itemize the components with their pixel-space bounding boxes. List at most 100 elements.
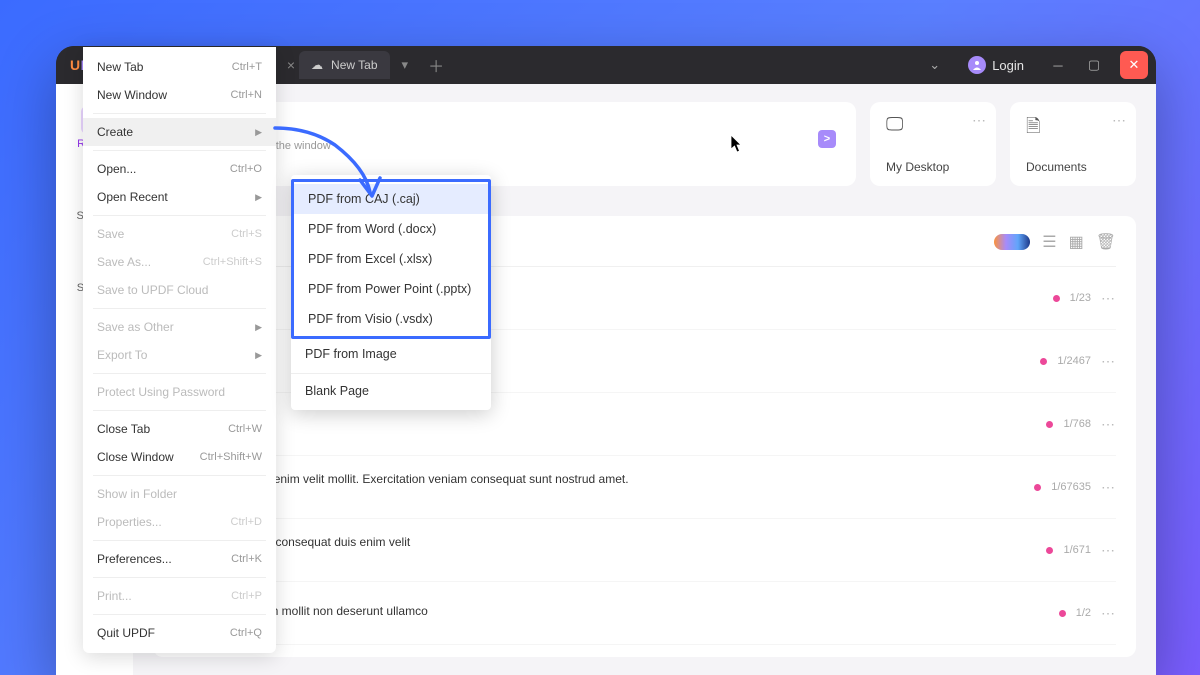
- file-menu-item[interactable]: Quit UPDFCtrl+Q: [83, 619, 276, 647]
- menu-separator: [93, 614, 266, 615]
- create-from-word[interactable]: PDF from Word (.docx): [294, 214, 488, 244]
- menu-label: Close Window: [97, 450, 174, 464]
- menu-separator: [93, 410, 266, 411]
- menu-label: Export To: [97, 348, 147, 362]
- trash-icon[interactable]: 🗑: [1096, 232, 1116, 252]
- item-pages: 1/2467: [1057, 355, 1091, 367]
- menu-label: Open...: [97, 162, 136, 176]
- item-pages: 1/2: [1076, 607, 1091, 619]
- file-menu-item[interactable]: Create ▶: [83, 118, 276, 146]
- window-controls: ─ ▢ ✕: [1040, 46, 1156, 85]
- create-from-excel[interactable]: PDF from Excel (.xlsx): [294, 244, 488, 274]
- main-content: OOpen Filepen File Drag and drop file to…: [133, 84, 1156, 675]
- more-icon[interactable]: ⋯: [1101, 290, 1116, 307]
- file-menu-item: Properties...Ctrl+D: [83, 508, 276, 536]
- tab-close-left[interactable]: ×: [287, 57, 295, 73]
- shortcut: Ctrl+W: [228, 423, 262, 435]
- close-button[interactable]: ✕: [1120, 51, 1148, 79]
- monitor-icon: 🖵: [886, 114, 980, 135]
- item-text: Velit officia consequat duis enim velit …: [215, 535, 1032, 565]
- item-pages: 1/768: [1063, 418, 1091, 430]
- menu-label: New Window: [97, 88, 167, 102]
- chevron-down-icon[interactable]: ⌄: [917, 57, 952, 73]
- desktop-card[interactable]: ⋯ 🖵 My Desktop: [870, 102, 996, 186]
- file-menu-item: Show in Folder: [83, 480, 276, 508]
- item-text: Amet minim mollit non deserunt ullamco: [215, 604, 1045, 622]
- shortcut: Ctrl+D: [231, 516, 262, 528]
- tab-add[interactable]: ＋: [420, 53, 452, 77]
- file-menu-item: Export To ▶: [83, 341, 276, 369]
- menu-separator: [93, 475, 266, 476]
- item-date: 10/6/13: [215, 553, 1032, 565]
- file-menu-item: Save As...Ctrl+Shift+S: [83, 248, 276, 276]
- shortcut: Ctrl+O: [230, 163, 262, 175]
- toggle[interactable]: [994, 234, 1030, 250]
- menu-label: New Tab: [97, 60, 143, 74]
- shortcut: Ctrl+S: [231, 228, 262, 240]
- status-dot: [1034, 484, 1041, 491]
- list-item[interactable]: equat duis enim velit mollit. Exercitati…: [173, 456, 1116, 519]
- documents-card[interactable]: ⋯ 🗎 Documents: [1010, 102, 1136, 186]
- list-item[interactable]: Amet minim mollit non deserunt ullamco 1…: [173, 582, 1116, 645]
- more-icon[interactable]: ⋯: [1101, 605, 1116, 622]
- menu-label: Save: [97, 227, 124, 241]
- more-icon[interactable]: ⋯: [1101, 479, 1116, 496]
- shortcut: Ctrl+Q: [230, 627, 262, 639]
- menu-label: Protect Using Password: [97, 385, 225, 399]
- menu-label: Save as Other: [97, 320, 174, 334]
- menu-label: Create: [97, 125, 133, 139]
- file-menu-item[interactable]: Close TabCtrl+W: [83, 415, 276, 443]
- item-pages: 1/23: [1070, 292, 1091, 304]
- file-menu-item[interactable]: Open Recent▶: [83, 183, 276, 211]
- maximize-button[interactable]: ▢: [1076, 46, 1112, 85]
- badge[interactable]: >: [818, 130, 836, 148]
- document-icon: 🗎: [1026, 114, 1120, 144]
- file-menu-item: Protect Using Password: [83, 378, 276, 406]
- create-blank[interactable]: Blank Page: [291, 373, 491, 406]
- minimize-button[interactable]: ─: [1040, 46, 1076, 85]
- create-from-image[interactable]: PDF from Image: [291, 339, 491, 369]
- file-menu-item[interactable]: New WindowCtrl+N: [83, 81, 276, 109]
- create-from-caj[interactable]: PDF from CAJ (.caj): [294, 184, 488, 214]
- status-dot: [1053, 295, 1060, 302]
- status-dot: [1046, 421, 1053, 428]
- avatar-icon: [968, 56, 986, 74]
- create-submenu: PDF from CAJ (.caj) PDF from Word (.docx…: [291, 175, 491, 410]
- file-menu-item: Save as Other▶: [83, 313, 276, 341]
- grid-view-icon[interactable]: ▦: [1069, 232, 1084, 252]
- item-meta: 1/768 ⋯: [1046, 416, 1116, 433]
- shortcut: Ctrl+T: [232, 61, 262, 73]
- submenu-arrow-icon: ▶: [255, 350, 262, 361]
- file-menu-item: Save to UPDF Cloud: [83, 276, 276, 304]
- list-item[interactable]: Velit officia consequat duis enim velit …: [173, 519, 1116, 582]
- tab-dropdown[interactable]: ▾: [394, 57, 417, 73]
- titlebar-right: ⌄ Login ─ ▢ ✕: [917, 46, 1156, 85]
- file-menu-item[interactable]: New Tab Ctrl+T: [83, 53, 276, 81]
- item-title: Amet minim mollit non deserunt ullamco: [215, 604, 1045, 618]
- card-more-icon[interactable]: ⋯: [972, 112, 986, 129]
- menu-label: Save to UPDF Cloud: [97, 283, 208, 297]
- item-meta: 1/23 ⋯: [1053, 290, 1116, 307]
- menu-separator: [93, 373, 266, 374]
- file-menu-item[interactable]: Open... Ctrl+O: [83, 155, 276, 183]
- file-menu-item[interactable]: Close WindowCtrl+Shift+W: [83, 443, 276, 471]
- login-button[interactable]: Login: [960, 56, 1032, 74]
- submenu-arrow-icon: ▶: [255, 192, 262, 203]
- menu-separator: [93, 308, 266, 309]
- create-from-visio[interactable]: PDF from Visio (.vsdx): [294, 304, 488, 334]
- list-view-icon[interactable]: ☰: [1042, 232, 1056, 252]
- card-more-icon[interactable]: ⋯: [1112, 112, 1126, 129]
- file-menu-item: Save Ctrl+S: [83, 220, 276, 248]
- item-pages: 1/67635: [1051, 481, 1091, 493]
- file-menu: New TabCtrl+TNew WindowCtrl+NCreate▶Open…: [83, 47, 276, 653]
- tab-new[interactable]: ☁ New Tab: [299, 51, 389, 79]
- more-icon[interactable]: ⋯: [1101, 542, 1116, 559]
- create-from-ppt[interactable]: PDF from Power Point (.pptx): [294, 274, 488, 304]
- more-icon[interactable]: ⋯: [1101, 353, 1116, 370]
- card-label: My Desktop: [886, 160, 980, 174]
- submenu-arrow-icon: ▶: [255, 127, 262, 138]
- item-meta: 1/2 ⋯: [1059, 605, 1116, 622]
- more-icon[interactable]: ⋯: [1101, 416, 1116, 433]
- card-label: Documents: [1026, 160, 1120, 174]
- file-menu-item[interactable]: Preferences...Ctrl+K: [83, 545, 276, 573]
